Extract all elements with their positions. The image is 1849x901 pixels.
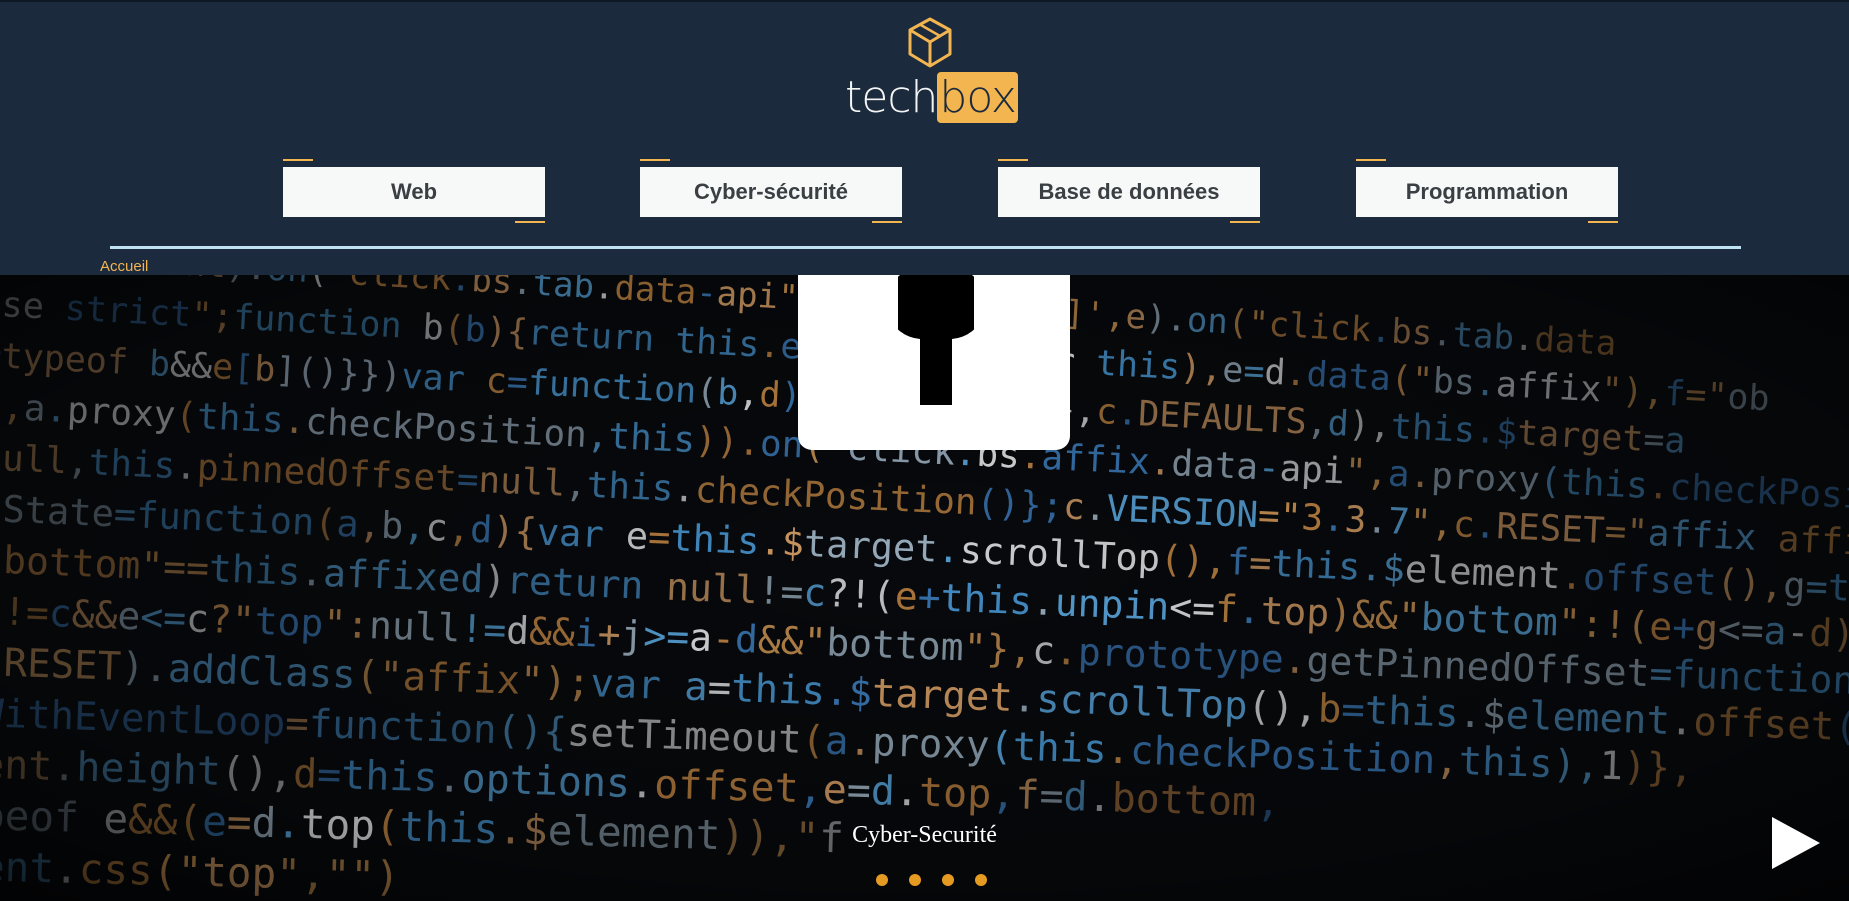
carousel-next-button[interactable] — [1770, 815, 1822, 871]
slide-caption: Cyber-Securité — [852, 822, 997, 848]
header-divider — [110, 246, 1741, 249]
nav-accent-tick — [1356, 159, 1386, 161]
nav-web-button[interactable]: Web — [283, 159, 545, 223]
nav-accent-tick — [1588, 221, 1618, 223]
keyhole-lock-icon — [798, 275, 1070, 450]
breadcrumb-home-link[interactable]: Accueil — [100, 258, 148, 275]
nav-programmation-button[interactable]: Programmation — [1356, 159, 1618, 223]
nav-accent-tick — [283, 159, 313, 161]
nav-accent-tick — [640, 159, 670, 161]
carousel-dot-2[interactable] — [909, 874, 921, 886]
nav-web-label: Web — [390, 179, 438, 204]
carousel-dot-4[interactable] — [975, 874, 987, 886]
carousel-dot-3[interactable] — [942, 874, 954, 886]
site-header: techbox Web Cyber-sécurité Base de donné… — [0, 0, 1849, 275]
nav-accent-tick — [872, 221, 902, 223]
hero-carousel: ))a(document).on( click.bs.tab.data-api"… — [0, 275, 1849, 901]
nav-cybersecurite-label: Cyber-sécurité — [693, 179, 849, 204]
nav-accent-tick — [1230, 221, 1260, 223]
keyhole-shape — [898, 275, 974, 405]
nav-accent-tick — [515, 221, 545, 223]
nav-base-de-donnees-button[interactable]: Base de données — [998, 159, 1260, 223]
carousel-indicators — [876, 873, 1008, 889]
carousel-dot-1[interactable] — [876, 874, 888, 886]
nav-base-de-donnees-label: Base de données — [1038, 179, 1220, 204]
nav-cybersecurite-button[interactable]: Cyber-sécurité — [640, 159, 902, 223]
page: techbox Web Cyber-sécurité Base de donné… — [0, 0, 1849, 901]
main-nav: Web Cyber-sécurité Base de données Progr… — [0, 2, 1849, 242]
nav-programmation-label: Programmation — [1405, 179, 1569, 204]
nav-accent-tick — [998, 159, 1028, 161]
play-triangle-icon — [1772, 817, 1820, 869]
